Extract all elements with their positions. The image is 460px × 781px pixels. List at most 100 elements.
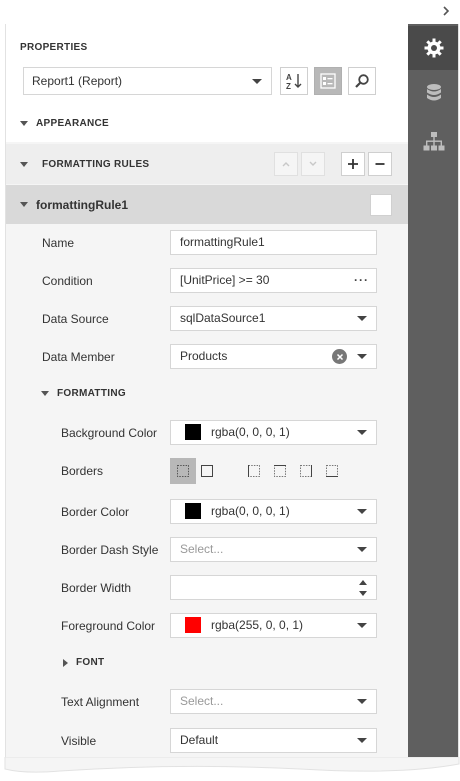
- data-source-label: Data Source: [42, 312, 109, 326]
- plus-icon: [348, 159, 358, 169]
- svg-text:Z: Z: [286, 82, 291, 90]
- border-right-button[interactable]: [293, 458, 319, 484]
- hierarchy-icon: [423, 132, 445, 151]
- object-selector-value: Report1 (Report): [32, 74, 123, 88]
- border-all-button[interactable]: [170, 458, 196, 484]
- condition-label: Condition: [42, 274, 93, 288]
- border-dash-style-placeholder: Select...: [180, 542, 224, 556]
- borders-label: Borders: [61, 464, 104, 478]
- border-none-button[interactable]: [194, 458, 220, 484]
- background-color-select[interactable]: rgba(0, 0, 0, 1): [170, 420, 377, 445]
- border-bottom-icon: [326, 465, 338, 477]
- rule-select-checkbox[interactable]: [370, 194, 392, 216]
- expand-triangle-icon: [41, 391, 49, 396]
- tab-report-explorer[interactable]: [408, 120, 458, 164]
- chevron-down-icon: [252, 79, 262, 84]
- chevron-down-icon: [357, 430, 367, 435]
- categorized-view-button[interactable]: [314, 67, 342, 95]
- condition-field[interactable]: [UnitPrice] >= 30 ···: [170, 268, 377, 293]
- section-label: FONT: [76, 657, 105, 668]
- background-color-label: Background Color: [61, 426, 158, 440]
- chevron-down-icon: [309, 161, 317, 166]
- tab-field-list[interactable]: [408, 72, 458, 116]
- tab-properties[interactable]: [408, 26, 458, 70]
- panel-title: PROPERTIES: [20, 42, 88, 53]
- section-label: FORMATTING: [57, 388, 126, 399]
- data-source-value: sqlDataSource1: [180, 311, 266, 325]
- sort-alphabetical-icon: A Z: [286, 73, 302, 90]
- chevron-down-icon: [357, 547, 367, 552]
- chevron-down-icon: [357, 316, 367, 321]
- name-value: formattingRule1: [180, 235, 265, 249]
- sort-alphabetical-button[interactable]: A Z: [280, 67, 308, 95]
- data-member-select[interactable]: Products: [170, 344, 377, 369]
- color-swatch: [185, 502, 201, 519]
- visible-select[interactable]: Default: [170, 728, 377, 753]
- page-fold-decoration: [4, 757, 460, 773]
- chevron-down-icon: [357, 699, 367, 704]
- section-label: FORMATTING RULES: [42, 158, 150, 170]
- border-all-icon: [177, 465, 189, 477]
- name-field[interactable]: formattingRule1: [170, 230, 377, 255]
- foreground-color-label: Foreground Color: [61, 619, 156, 633]
- categorized-list-icon: [320, 73, 336, 89]
- add-rule-button[interactable]: [341, 152, 365, 176]
- section-appearance[interactable]: APPEARANCE: [6, 104, 408, 142]
- search-button[interactable]: [348, 67, 376, 95]
- border-none-icon: [201, 465, 213, 477]
- chevron-down-icon: [357, 354, 367, 359]
- collapse-panel-button[interactable]: [438, 4, 454, 20]
- border-bottom-button[interactable]: [319, 458, 345, 484]
- data-member-label: Data Member: [42, 350, 115, 364]
- text-alignment-placeholder: Select...: [180, 694, 224, 708]
- panel-tab-bar: [408, 24, 458, 764]
- expand-triangle-icon: [20, 202, 28, 207]
- border-right-icon: [300, 465, 312, 477]
- svg-text:A: A: [286, 73, 292, 82]
- border-top-icon: [274, 465, 286, 477]
- border-top-button[interactable]: [267, 458, 293, 484]
- visible-label: Visible: [61, 734, 97, 748]
- foreground-color-select[interactable]: rgba(255, 0, 0, 1): [170, 613, 377, 638]
- data-source-select[interactable]: sqlDataSource1: [170, 306, 377, 331]
- text-alignment-select[interactable]: Select...: [170, 689, 377, 714]
- chevron-down-icon: [357, 738, 367, 743]
- formatting-rule-header[interactable]: formattingRule1: [6, 185, 408, 224]
- section-formatting-rules[interactable]: FORMATTING RULES: [6, 144, 408, 184]
- data-member-value: Products: [180, 349, 228, 363]
- text-alignment-label: Text Alignment: [61, 695, 140, 709]
- object-selector[interactable]: Report1 (Report): [23, 67, 272, 95]
- section-font[interactable]: FONT: [63, 657, 104, 668]
- border-dash-style-label: Border Dash Style: [61, 543, 159, 557]
- section-label: APPEARANCE: [36, 117, 110, 129]
- clear-icon[interactable]: [332, 349, 347, 364]
- border-color-label: Border Color: [61, 505, 130, 519]
- color-swatch: [185, 423, 201, 440]
- border-dash-style-select[interactable]: Select...: [170, 537, 377, 562]
- rule-name: formattingRule1: [36, 197, 129, 212]
- properties-panel-app: PROPERTIES Report1 (Report) A Z APPEARAN…: [0, 0, 460, 781]
- chevron-down-icon: [357, 623, 367, 628]
- properties-panel: PROPERTIES Report1 (Report) A Z APPEARAN…: [6, 24, 408, 764]
- border-color-select[interactable]: rgba(0, 0, 0, 1): [170, 499, 377, 524]
- chevron-up-icon: [282, 162, 290, 167]
- chevron-right-icon: [443, 6, 450, 16]
- border-left-button[interactable]: [241, 458, 267, 484]
- section-formatting[interactable]: FORMATTING: [39, 388, 126, 399]
- background-color-value: rgba(0, 0, 0, 1): [211, 425, 290, 439]
- condition-editor-button[interactable]: ···: [354, 269, 369, 292]
- expand-triangle-icon: [20, 161, 28, 167]
- move-down-button[interactable]: [301, 152, 325, 176]
- database-icon: [427, 84, 441, 101]
- chevron-down-icon: [357, 509, 367, 514]
- expand-triangle-icon: [63, 658, 68, 667]
- border-width-spinner[interactable]: [170, 575, 377, 600]
- visible-value: Default: [180, 733, 219, 747]
- spinner-arrows-icon[interactable]: [359, 580, 369, 596]
- panel-frame: PROPERTIES Report1 (Report) A Z APPEARAN…: [5, 24, 459, 764]
- search-icon: [355, 74, 369, 88]
- properties-header: PROPERTIES Report1 (Report) A Z: [6, 24, 408, 104]
- remove-rule-button[interactable]: [368, 152, 392, 176]
- move-up-button[interactable]: [274, 152, 298, 176]
- expand-triangle-icon: [20, 120, 28, 126]
